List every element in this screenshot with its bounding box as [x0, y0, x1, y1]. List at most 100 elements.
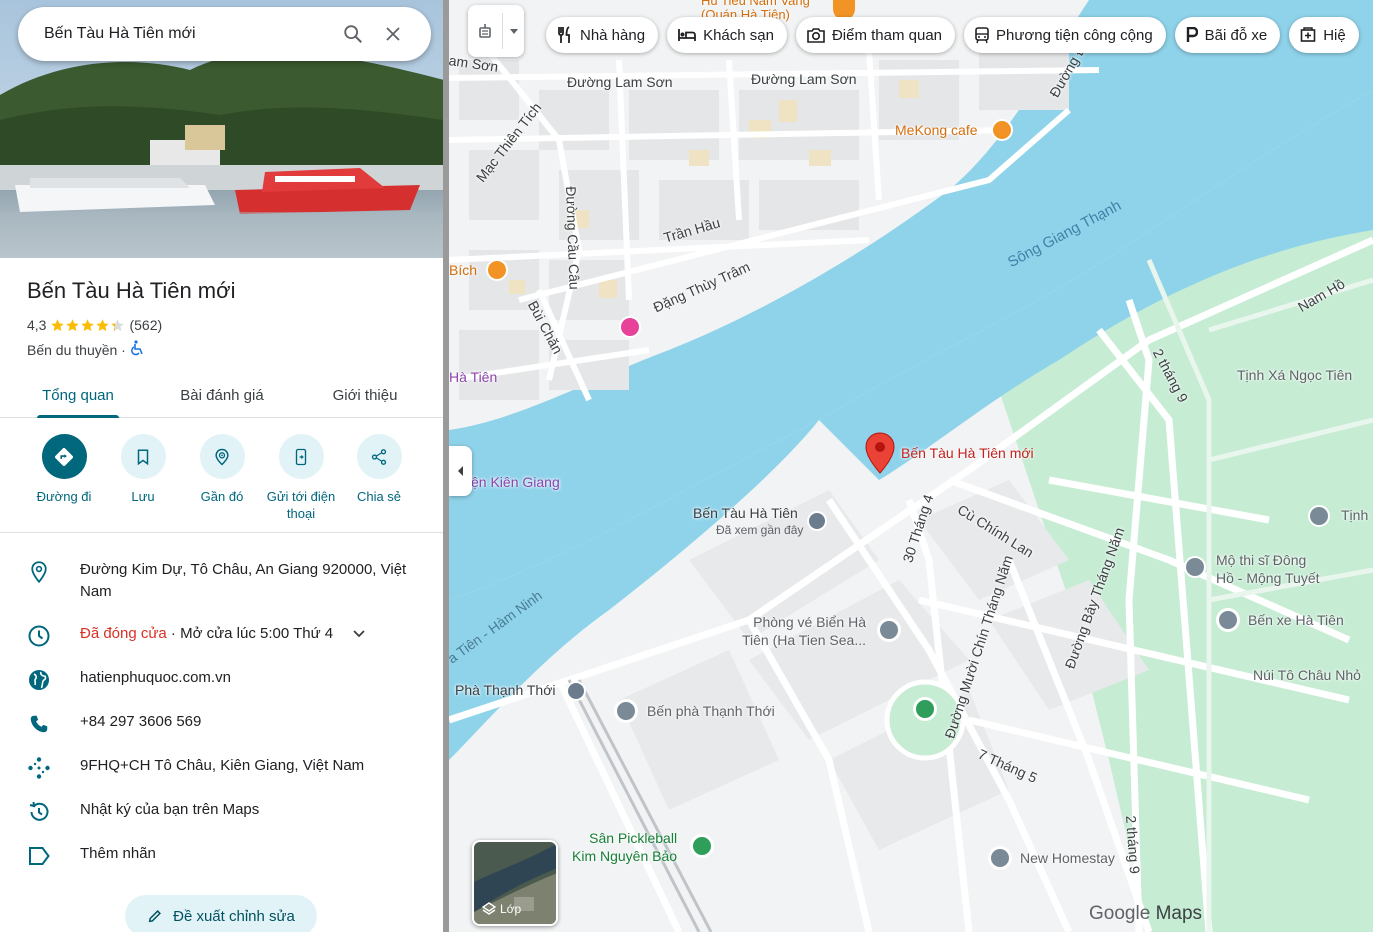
cafe-icon[interactable] [991, 119, 1013, 141]
label-icon [26, 843, 52, 869]
poi-pickleball[interactable]: Sân Pickleball Kim Nguyên Bảo [572, 829, 677, 865]
poi-new-homestay[interactable]: New Homestay [1020, 850, 1115, 866]
globe-icon [26, 667, 52, 693]
temple-icon[interactable] [1308, 505, 1330, 527]
hours-status: Đã đóng cửa [80, 625, 167, 642]
poi-kien-giang[interactable]: ện Kiên Giang [471, 474, 560, 490]
chip-restaurants[interactable]: Nhà hàng [546, 17, 659, 53]
plus-code-row[interactable]: 9FHQ+CH Tô Châu, Kiên Giang, Việt Nam [0, 755, 444, 781]
website-link[interactable]: hatienphuquoc.com.vn [80, 667, 425, 689]
place-title: Bến Tàu Hà Tiên mới [27, 278, 236, 303]
poi-mo-thi-si-line1: Mộ thi sĩ Đông [1216, 552, 1307, 568]
layers-label: Lớp [500, 902, 522, 916]
map-canvas[interactable]: Đường Lam Sơn Đường Lam Sơn am Sơn Mạc T… [449, 0, 1373, 932]
transit-station-icon[interactable] [807, 511, 827, 531]
website-row[interactable]: hatienphuquoc.com.vn [0, 667, 444, 693]
bus-station-pin-icon[interactable] [1216, 608, 1240, 632]
address-row[interactable]: Đường Kim Dự, Tô Châu, An Giang 920000, … [0, 559, 444, 605]
tab-overview[interactable]: Tổng quan [35, 372, 121, 418]
poi-bich[interactable]: Bích [449, 262, 477, 278]
share-icon [356, 434, 402, 479]
chip-transit-label: Phương tiện công cộng [996, 26, 1153, 44]
add-label-row[interactable]: Thêm nhãn [0, 843, 444, 869]
sports-pin-icon[interactable] [690, 834, 714, 858]
share-label: Chia sẻ [356, 489, 402, 504]
chip-transit[interactable]: Phương tiện công cộng [964, 17, 1166, 53]
phone-row[interactable]: +84 297 3606 569 [0, 711, 444, 737]
hours-row[interactable]: Đã đóng cửa · Mở cửa lúc 5:00 Thứ 4 [0, 623, 444, 649]
star-icon [96, 318, 110, 331]
suggest-edit-button[interactable]: Đề xuất chỉnh sửa [125, 895, 317, 932]
maps-history-text: Nhật ký của bạn trên Maps [80, 801, 260, 818]
send-to-phone-icon [278, 434, 324, 479]
google-wordmark: Google [1089, 903, 1151, 924]
plus-code-text: 9FHQ+CH Tô Châu, Kiên Giang, Việt Nam [80, 757, 365, 774]
tab-about[interactable]: Giới thiệu [320, 372, 410, 418]
poi-nui-to-chau[interactable]: Núi Tô Châu Nhỏ [1253, 667, 1361, 683]
tab-reviews[interactable]: Bài đánh giá [168, 372, 276, 418]
directions-label: Đường đi [36, 489, 92, 504]
transit-icon [975, 26, 989, 43]
poi-ben-tau-ha-tien[interactable]: Bến Tàu Hà Tiên [693, 505, 798, 521]
poi-tinh-xa[interactable]: Tịnh Xá Ngọc Tiên [1237, 367, 1352, 383]
poi-pha-thanh-thoi[interactable]: Phà Thạnh Thới [455, 682, 556, 698]
share-button[interactable]: Chia sẻ [340, 434, 418, 505]
poi-ben-tau-moi[interactable]: Bến Tàu Hà Tiên mới [901, 445, 1034, 461]
place-panel: Bến Tàu Hà Tiên mới Bến Tàu Hà Tiên mới … [0, 0, 444, 932]
hours-text: Đã đóng cửa · Mở cửa lúc 5:00 Thứ 4 [80, 623, 425, 645]
map-layer-toggle[interactable] [468, 5, 524, 57]
chevron-down-icon[interactable] [353, 623, 365, 645]
place-pin-icon[interactable] [877, 618, 901, 642]
search-button[interactable] [333, 14, 373, 54]
poi-ha-tien-left[interactable]: Hà Tiên [449, 369, 497, 385]
tab-reviews-label: Bài đánh giá [180, 386, 264, 404]
layers-button[interactable]: Lớp [472, 840, 558, 926]
monument-icon[interactable] [1184, 556, 1206, 578]
rating-row: 4,3 (562) [27, 317, 162, 333]
lodging-pin-icon[interactable] [988, 846, 1012, 870]
poi-mekong-cafe[interactable]: MeKong cafe [895, 122, 978, 138]
poi-phong-ve[interactable]: Phòng vé Biển Hà Tiên (Ha Tien Sea... [742, 613, 866, 649]
map-type-icon [468, 23, 502, 39]
rating-value: 4,3 [27, 317, 47, 333]
restaurant-icon[interactable] [486, 259, 508, 281]
poi-tinh[interactable]: Tịnh [1341, 507, 1368, 523]
send-to-phone-label: Gửi tới điện thoại [266, 489, 336, 521]
chip-attractions-label: Điểm tham quan [831, 26, 943, 44]
chip-attractions[interactable]: Điểm tham quan [795, 17, 956, 53]
hotel-icon [678, 29, 696, 41]
chip-restaurants-label: Nhà hàng [580, 26, 646, 44]
save-button[interactable]: Lưu [104, 434, 182, 505]
action-buttons: Đường đi Lưu Gần đó Gửi tới điện thoại C… [0, 420, 444, 533]
ferry-icon[interactable] [566, 681, 586, 701]
chip-parking[interactable]: Bãi đỗ xe [1174, 17, 1281, 53]
chip-hotels-label: Khách sạn [703, 26, 774, 44]
poi-mo-thi-si-line2: Hồ - Mộng Tuyết [1216, 570, 1320, 586]
poi-pickleball-line2: Kim Nguyên Bảo [572, 848, 678, 864]
selected-place-pin-icon[interactable] [865, 432, 895, 479]
directions-button[interactable]: Đường đi [25, 434, 103, 505]
place-category[interactable]: Bến du thuyền · [27, 342, 126, 358]
nearby-icon [199, 434, 245, 479]
poi-ben-xe[interactable]: Bến xe Hà Tiên [1248, 612, 1344, 628]
clear-search-button[interactable] [373, 14, 413, 54]
park-tree-icon[interactable] [913, 697, 937, 721]
search-input[interactable]: Bến Tàu Hà Tiên mới [44, 25, 333, 43]
send-to-phone-button[interactable]: Gửi tới điện thoại [262, 434, 340, 522]
map-base [449, 0, 1373, 932]
add-label-text: Thêm nhãn [80, 845, 156, 862]
ferry-terminal-pin-icon[interactable] [614, 699, 638, 723]
poi-ben-pha[interactable]: Bến phà Thạnh Thới [647, 703, 775, 719]
chip-hotels[interactable]: Khách sạn [667, 17, 787, 53]
nearby-button[interactable]: Gần đó [183, 434, 261, 505]
poi-phong-ve-line1: Phòng vé Biển Hà [753, 614, 866, 630]
poi-mo-thi-si[interactable]: Mộ thi sĩ Đông Hồ - Mộng Tuyết [1216, 551, 1320, 587]
tab-overview-label: Tổng quan [42, 386, 114, 404]
collapse-panel-button[interactable] [449, 446, 472, 496]
road-label-lam-son-1: Đường Lam Sơn [567, 74, 673, 90]
chip-pharmacy[interactable]: Hiệ [1289, 17, 1359, 53]
review-count[interactable]: (562) [129, 317, 162, 333]
maps-history-row[interactable]: Nhật ký của bạn trên Maps [0, 799, 444, 825]
phone-text: +84 297 3606 569 [80, 713, 202, 730]
hotel-pin-icon[interactable] [619, 316, 641, 338]
